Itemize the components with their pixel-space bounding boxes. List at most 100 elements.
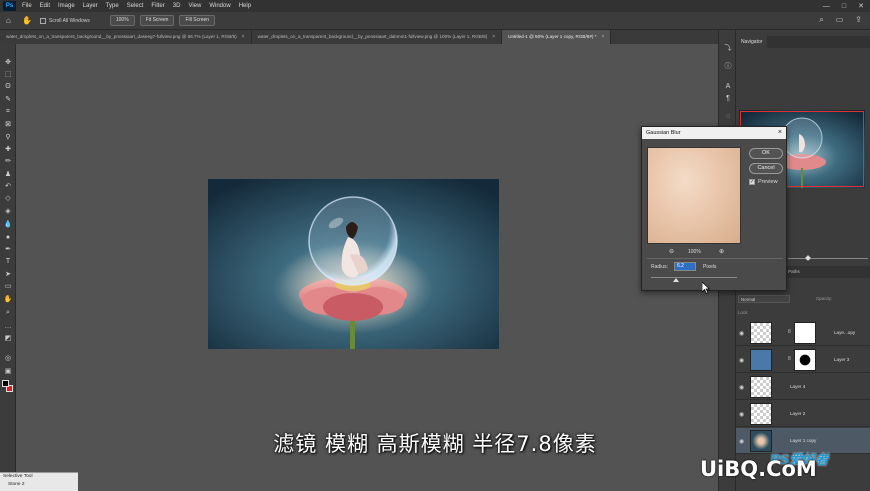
layer-row[interactable]: ◉ Layer 4	[736, 374, 870, 400]
zoom-out-icon[interactable]: ⊖	[669, 248, 674, 255]
menu-view[interactable]: View	[188, 3, 201, 9]
hand-tool-icon[interactable]: ✋	[3, 295, 13, 305]
tab-document-2[interactable]: water_droplets_on_a_transparent_backgrou…	[252, 30, 503, 44]
home-icon[interactable]: ⌂	[6, 16, 16, 26]
path-select-tool-icon[interactable]: ➤	[3, 270, 13, 280]
eye-icon[interactable]: ◉	[739, 330, 744, 337]
zoom-100-button[interactable]: 100%	[109, 15, 135, 26]
radius-slider-knob[interactable]	[673, 278, 679, 282]
menu-bar: Ps File Edit Image Layer Type Select Fil…	[0, 0, 870, 12]
fit-screen-button[interactable]: Fit Screen	[139, 15, 175, 26]
move-tool-icon[interactable]: ✥	[3, 58, 13, 68]
quick-select-tool-icon[interactable]: ✎	[3, 95, 13, 105]
frame-tool-icon[interactable]: ⊠	[3, 120, 13, 130]
tab-document-3[interactable]: Untitled-1 @ 50% (Layer 1 copy, RGB/8#) …	[502, 30, 612, 44]
menu-select[interactable]: Select	[127, 3, 144, 9]
tab-close-icon[interactable]: ×	[492, 30, 495, 44]
site-watermark: PS爱好者 UiBQ.CoM	[700, 449, 860, 485]
menu-3d[interactable]: 3D	[173, 3, 181, 9]
lasso-tool-icon[interactable]: ʘ	[3, 82, 13, 92]
layer-name: Layer 4	[790, 384, 806, 389]
tab-navigator[interactable]: Navigator	[736, 36, 768, 48]
default-colors-icon[interactable]: ◩	[3, 334, 13, 344]
preview-checkbox[interactable]: ✓	[749, 179, 755, 185]
menu-image[interactable]: Image	[58, 3, 75, 9]
layer-row[interactable]: ◉ Layer 2	[736, 401, 870, 427]
menu-filter[interactable]: Filter	[151, 3, 164, 9]
character-icon[interactable]: A	[723, 82, 733, 92]
eraser-tool-icon[interactable]: ◇	[3, 194, 13, 204]
eyedropper-tool-icon[interactable]: ⚲	[3, 133, 13, 143]
radius-unit-label: Pixels	[703, 264, 717, 270]
radius-input[interactable]: 6.2	[674, 262, 696, 271]
menu-window[interactable]: Window	[209, 3, 230, 9]
menu-layer[interactable]: Layer	[83, 3, 98, 9]
eye-icon[interactable]: ◉	[739, 411, 744, 418]
zoom-tool-icon[interactable]: ⌕	[3, 308, 13, 318]
paragraph-icon[interactable]: ¶	[723, 94, 733, 104]
radius-slider[interactable]	[651, 277, 737, 278]
menu-file[interactable]: File	[22, 3, 32, 9]
crop-tool-icon[interactable]: ⌗	[3, 107, 13, 117]
preview-zoom-percent: 100%	[688, 249, 701, 255]
type-tool-icon[interactable]: T	[3, 257, 13, 267]
tab-close-icon[interactable]: ×	[242, 30, 245, 44]
history-icon[interactable]: ⤵	[723, 44, 733, 54]
screen-mode-icon[interactable]: ▣	[3, 367, 13, 377]
scroll-all-windows-checkbox[interactable]	[40, 17, 46, 24]
ok-button[interactable]: OK	[749, 148, 783, 159]
brush-tool-icon[interactable]: ✏	[3, 157, 13, 167]
blur-tool-icon[interactable]: 💧	[3, 220, 13, 230]
info-icon[interactable]: ⓘ	[723, 62, 733, 72]
share-icon[interactable]: ⇪	[855, 15, 862, 25]
layer-row[interactable]: ◉ 8 Laye...opy	[736, 320, 870, 346]
history-brush-tool-icon[interactable]: ↶	[3, 182, 13, 192]
tab-label: water_droplets_on_a_transparent_backgrou…	[257, 34, 488, 39]
close-icon[interactable]: ×	[778, 127, 782, 139]
dialog-titlebar: Gaussian Blur ×	[642, 127, 786, 139]
fill-screen-button[interactable]: Fill Screen	[179, 15, 216, 26]
marquee-tool-icon[interactable]: ⬚	[3, 70, 13, 80]
blur-preview[interactable]	[647, 147, 741, 244]
quick-mask-icon[interactable]: ◎	[3, 354, 13, 364]
menu-type[interactable]: Type	[106, 3, 119, 9]
zoom-in-icon[interactable]: ⊕	[719, 248, 724, 255]
menu-edit[interactable]: Edit	[40, 3, 50, 9]
lightbulb-icon[interactable]: ◌	[723, 112, 733, 122]
eye-icon[interactable]: ◉	[739, 384, 744, 391]
clone-stamp-tool-icon[interactable]: ♟	[3, 170, 13, 180]
layer-mask-thumbnail[interactable]	[794, 322, 816, 344]
document-canvas[interactable]	[208, 179, 499, 349]
mouse-cursor-icon	[702, 282, 710, 294]
dodge-tool-icon[interactable]: ●	[3, 233, 13, 243]
paint-bucket-tool-icon[interactable]: ◈	[3, 207, 13, 217]
eye-icon[interactable]: ◉	[739, 357, 744, 364]
cancel-button[interactable]: Cancel	[749, 163, 783, 174]
preview-label: Preview	[758, 179, 778, 185]
workspace-icon[interactable]: ▭	[836, 15, 844, 25]
maximize-icon[interactable]: □	[842, 3, 846, 10]
shape-tool-icon[interactable]: ▭	[3, 282, 13, 292]
tools-panel: ✥ ⬚ ʘ ✎ ⌗ ⊠ ⚲ ✚ ✏ ♟ ↶ ◇ ◈ 💧 ● ✒ T ➤ ▭ ✋ …	[0, 44, 16, 491]
scroll-all-windows-label: Scroll All Windows	[49, 17, 90, 24]
pen-tool-icon[interactable]: ✒	[3, 245, 13, 255]
layer-row[interactable]: ◉ 8 Layer 3	[736, 347, 870, 373]
navigator-zoom-knob[interactable]	[805, 255, 811, 261]
tab-document-1[interactable]: water_droplets_on_a_transparent_backgrou…	[0, 30, 252, 44]
mini-panel-item[interactable]: Stone 2	[0, 481, 78, 489]
tab-paths[interactable]: Paths	[788, 266, 800, 278]
hand-tool-icon[interactable]: ✋	[22, 16, 32, 26]
foreground-color-swatch[interactable]	[2, 380, 9, 387]
options-bar: ⌂ ✋ Scroll All Windows 100% Fit Screen F…	[0, 12, 870, 30]
healing-brush-tool-icon[interactable]: ✚	[3, 145, 13, 155]
search-icon[interactable]: ⌕	[819, 15, 823, 25]
layer-mask-thumbnail[interactable]	[794, 349, 816, 371]
minimize-icon[interactable]: —	[823, 3, 830, 10]
navigator-zoom-slider[interactable]	[788, 258, 868, 259]
menu-help[interactable]: Help	[239, 3, 251, 9]
blend-mode-select[interactable]: Normal	[738, 295, 790, 303]
gaussian-blur-dialog: Gaussian Blur × ⊖ 100% ⊕ OK Cancel ✓ Pre…	[641, 126, 787, 291]
tab-close-icon[interactable]: ×	[601, 30, 604, 44]
more-tools-icon[interactable]: …	[3, 322, 13, 332]
close-icon[interactable]: ✕	[858, 2, 864, 10]
